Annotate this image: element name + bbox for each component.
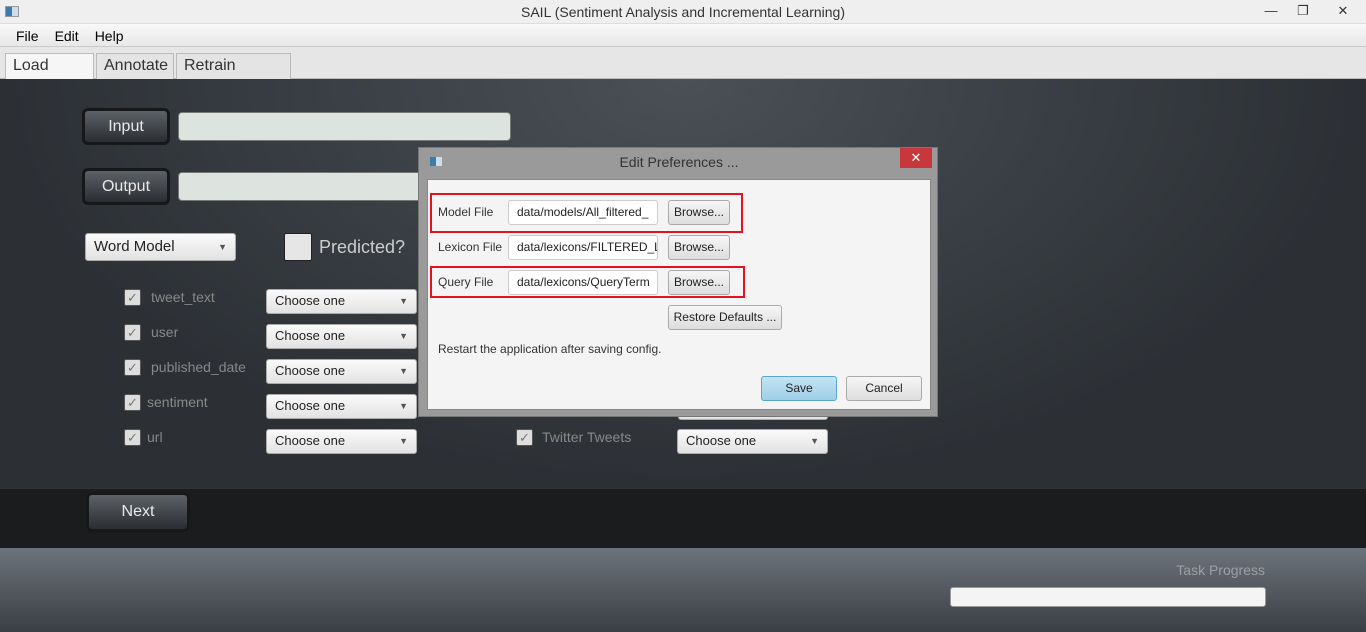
field-select[interactable]: Choose one ▼: [266, 394, 417, 419]
query-file-field[interactable]: data/lexicons/QueryTerm: [508, 270, 658, 295]
tab-annotate[interactable]: Annotate: [96, 53, 174, 79]
lexicon-file-field[interactable]: data/lexicons/FILTERED_L: [508, 235, 658, 260]
restore-button[interactable]: ❐: [1288, 0, 1318, 22]
menu-file[interactable]: File: [8, 24, 47, 44]
query-browse-button[interactable]: Browse...: [668, 270, 730, 295]
field-select[interactable]: Choose one ▼: [266, 324, 417, 349]
select-value: Choose one: [275, 433, 346, 448]
field-label: tweet_text: [151, 289, 215, 305]
sentiment-checkbox[interactable]: ✓: [124, 394, 141, 411]
select-value: Choose one: [275, 328, 346, 343]
tab-bar: Load Data Annotate Retrain Model: [0, 47, 1366, 98]
model-file-label: Model File: [438, 205, 494, 219]
dialog-body: Model File data/models/All_filtered_ Bro…: [427, 179, 931, 410]
task-progress-bar: [950, 587, 1266, 607]
cancel-button[interactable]: Cancel: [846, 376, 922, 401]
twitter-tweets-checkbox[interactable]: ✓: [516, 429, 533, 446]
select-value: Choose one: [275, 293, 346, 308]
dialog-close-button[interactable]: ✕: [900, 148, 932, 168]
input-field[interactable]: [178, 112, 511, 141]
predicted-checkbox[interactable]: [284, 233, 312, 261]
twitter-tweets-label: Twitter Tweets: [542, 429, 632, 445]
task-progress-label: Task Progress: [1176, 562, 1265, 578]
dialog-title: Edit Preferences ...: [619, 154, 739, 170]
output-button[interactable]: Output: [82, 168, 170, 205]
chevron-down-icon: ▼: [399, 366, 408, 376]
restore-defaults-button[interactable]: Restore Defaults ...: [668, 305, 782, 330]
user-checkbox[interactable]: ✓: [124, 324, 141, 341]
menu-bar: File Edit Help: [0, 24, 1366, 47]
minimize-button[interactable]: —: [1256, 0, 1286, 22]
tweet-text-checkbox[interactable]: ✓: [124, 289, 141, 306]
tab-load-data[interactable]: Load Data: [5, 53, 94, 98]
select-value: Choose one: [275, 363, 346, 378]
status-area: Task Progress: [0, 548, 1366, 632]
app-icon: [5, 6, 19, 17]
select-value: Choose one: [275, 398, 346, 413]
chevron-down-icon: ▼: [810, 436, 819, 446]
model-file-field[interactable]: data/models/All_filtered_: [508, 200, 658, 225]
model-select-value: Word Model: [94, 238, 175, 255]
url-checkbox[interactable]: ✓: [124, 429, 141, 446]
menu-edit[interactable]: Edit: [47, 24, 87, 44]
navigation-bar: Next: [0, 488, 1366, 548]
field-label: url: [147, 429, 163, 445]
next-button[interactable]: Next: [86, 492, 190, 532]
chevron-down-icon: ▼: [399, 296, 408, 306]
model-select[interactable]: Word Model ▼: [85, 233, 236, 261]
twitter-select[interactable]: Choose one ▼: [677, 429, 828, 454]
chevron-down-icon: ▼: [218, 242, 227, 252]
field-label: published_date: [151, 359, 246, 375]
close-button[interactable]: ✕: [1320, 0, 1366, 22]
lexicon-file-label: Lexicon File: [438, 240, 503, 254]
title-bar: SAIL (Sentiment Analysis and Incremental…: [0, 0, 1366, 24]
tab-retrain-model[interactable]: Retrain Model: [176, 53, 291, 98]
field-label: user: [151, 324, 179, 340]
restart-note: Restart the application after saving con…: [438, 342, 662, 356]
select-value: Choose one: [686, 433, 757, 448]
menu-help[interactable]: Help: [87, 24, 132, 44]
published-date-checkbox[interactable]: ✓: [124, 359, 141, 376]
chevron-down-icon: ▼: [399, 436, 408, 446]
chevron-down-icon: ▼: [399, 401, 408, 411]
predicted-label: Predicted?: [319, 237, 406, 257]
model-browse-button[interactable]: Browse...: [668, 200, 730, 225]
field-label: sentiment: [147, 394, 208, 410]
chevron-down-icon: ▼: [399, 331, 408, 341]
input-button[interactable]: Input: [82, 108, 170, 145]
field-select[interactable]: Choose one ▼: [266, 429, 417, 454]
field-select[interactable]: Choose one ▼: [266, 289, 417, 314]
lexicon-browse-button[interactable]: Browse...: [668, 235, 730, 260]
window-title: SAIL (Sentiment Analysis and Incremental…: [521, 4, 845, 20]
field-select[interactable]: Choose one ▼: [266, 359, 417, 384]
query-file-label: Query File: [438, 275, 494, 289]
save-button[interactable]: Save: [761, 376, 837, 401]
edit-preferences-dialog: Edit Preferences ... ✕ Model File data/m…: [418, 147, 938, 417]
